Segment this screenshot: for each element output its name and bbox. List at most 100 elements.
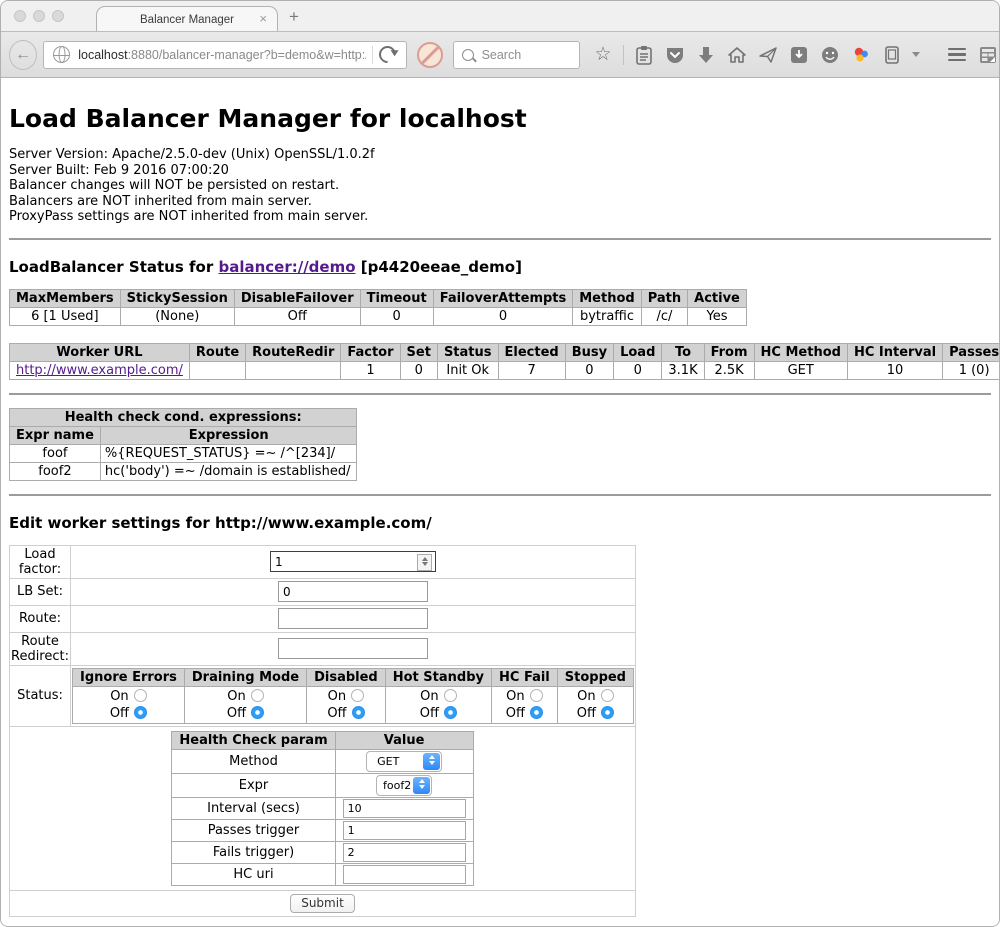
expr-select[interactable]: foof2: [376, 775, 432, 796]
number-stepper-icon[interactable]: [417, 554, 432, 571]
col-path: Path: [641, 289, 687, 307]
sidebar-panel-icon[interactable]: [881, 44, 903, 66]
col-draining-mode: Draining Mode: [184, 668, 306, 686]
select-stepper-icon: [423, 753, 440, 770]
back-button[interactable]: ←: [9, 40, 37, 70]
window-controls: [14, 10, 64, 22]
reload-icon[interactable]: [375, 42, 399, 66]
col-timeout: Timeout: [360, 289, 433, 307]
menu-icon[interactable]: [946, 44, 968, 66]
browser-window: Balancer Manager × + ← localhost:8880/ba…: [0, 0, 1000, 927]
load-factor-input[interactable]: [270, 551, 436, 572]
table-header-row: MaxMembers StickySession DisableFailover…: [10, 289, 747, 307]
status-table: Ignore Errors Draining Mode Disabled Hot…: [72, 668, 634, 724]
interval-input[interactable]: [343, 799, 466, 818]
minimize-window-icon[interactable]: [33, 10, 45, 22]
submit-button[interactable]: Submit: [290, 894, 355, 913]
page-title: Load Balancer Manager for localhost: [9, 104, 991, 133]
draining-mode-off-radio[interactable]: [251, 706, 264, 719]
col-method: Method: [573, 289, 641, 307]
worker-url-link[interactable]: http://www.example.com/: [16, 363, 183, 378]
load-factor-label: Load factor:: [10, 545, 71, 578]
disabled-on-radio[interactable]: [351, 689, 364, 702]
send-icon[interactable]: [757, 44, 779, 66]
select-stepper-icon: [413, 777, 430, 794]
tab-bar: Balancer Manager × +: [1, 1, 999, 31]
table-header-row: Ignore Errors Draining Mode Disabled Hot…: [73, 668, 634, 686]
tab-balancer-manager[interactable]: Balancer Manager ×: [96, 6, 278, 32]
url-text[interactable]: localhost:8880/balancer-manager?b=demo&w…: [78, 48, 365, 62]
navigation-toolbar: ← localhost:8880/balancer-manager?b=demo…: [1, 31, 999, 78]
draining-mode-on-radio[interactable]: [251, 689, 264, 702]
new-tab-button[interactable]: +: [289, 7, 299, 27]
lb-set-input[interactable]: [278, 581, 428, 602]
divider: [9, 238, 991, 240]
passes-input[interactable]: [343, 821, 466, 840]
col-hc-fail: HC Fail: [492, 668, 558, 686]
tab-title: Balancer Manager: [140, 14, 234, 26]
form-row-load-factor: Load factor:: [10, 545, 636, 578]
disabled-off-radio[interactable]: [352, 706, 365, 719]
passes-label: Passes trigger: [172, 819, 335, 841]
col-hot-standby: Hot Standby: [385, 668, 491, 686]
col-expression: Expression: [100, 426, 357, 444]
tab-close-icon[interactable]: ×: [259, 11, 267, 26]
method-select[interactable]: GET: [366, 751, 442, 772]
toolbar-icons: ☆: [592, 44, 999, 66]
hc-row-fails: Fails trigger): [172, 841, 473, 863]
hot-standby-on-radio[interactable]: [444, 689, 457, 702]
col-failoverattempts: FailoverAttempts: [433, 289, 573, 307]
edit-worker-heading: Edit worker settings for http://www.exam…: [9, 514, 991, 532]
col-active: Active: [688, 289, 747, 307]
fails-label: Fails trigger): [172, 841, 335, 863]
grid-extension-icon[interactable]: [977, 44, 999, 66]
method-label: Method: [172, 749, 335, 773]
divider: [929, 45, 937, 65]
loadbalancer-status-heading: LoadBalancer Status for balancer://demo …: [9, 258, 991, 276]
downloads-icon[interactable]: [695, 44, 717, 66]
col-stopped: Stopped: [557, 668, 633, 686]
search-input[interactable]: [480, 47, 574, 63]
hc-fail-off-radio[interactable]: [530, 706, 543, 719]
hot-standby-off-radio[interactable]: [444, 706, 457, 719]
form-row-route-redirect: Route Redirect:: [10, 632, 636, 665]
hc-fail-on-radio[interactable]: [530, 689, 543, 702]
form-row-lb-set: LB Set:: [10, 578, 636, 605]
feedback-smiley-icon[interactable]: [819, 44, 841, 66]
pocket-icon[interactable]: [664, 44, 686, 66]
balancer-demo-link[interactable]: balancer://demo: [218, 258, 355, 276]
clipboard-icon[interactable]: [633, 44, 655, 66]
route-redirect-input[interactable]: [278, 638, 428, 659]
home-icon[interactable]: [726, 44, 748, 66]
bookmark-star-icon[interactable]: ☆: [592, 44, 614, 66]
route-input[interactable]: [278, 608, 428, 629]
status-radio-row: OnOff OnOff OnOff OnOff OnOff OnOff: [73, 686, 634, 723]
table-row: http://www.example.com/ 1 0 Init Ok 7 0 …: [10, 361, 1000, 379]
save-page-icon[interactable]: [788, 44, 810, 66]
stopped-on-radio[interactable]: [601, 689, 614, 702]
close-window-icon[interactable]: [14, 10, 26, 22]
colors-extension-icon[interactable]: [850, 44, 872, 66]
table-header-row: Worker URL Route RouteRedir Factor Set S…: [10, 343, 1000, 361]
hc-row-interval: Interval (secs): [172, 797, 473, 819]
notice-persist: Balancer changes will NOT be persisted o…: [9, 178, 991, 194]
table-title-row: Health check cond. expressions:: [10, 408, 357, 426]
col-disablefailover: DisableFailover: [234, 289, 360, 307]
hc-uri-input[interactable]: [343, 865, 466, 884]
ignore-errors-off-radio[interactable]: [134, 706, 147, 719]
chevron-down-icon[interactable]: [912, 52, 920, 61]
lb-set-label: LB Set:: [10, 578, 71, 605]
worker-status-table: Worker URL Route RouteRedir Factor Set S…: [9, 343, 999, 380]
divider: [623, 45, 624, 65]
route-label: Route:: [10, 605, 71, 632]
stopped-off-radio[interactable]: [601, 706, 614, 719]
interval-label: Interval (secs): [172, 797, 335, 819]
zoom-window-icon[interactable]: [52, 10, 64, 22]
ignore-errors-on-radio[interactable]: [134, 689, 147, 702]
content-blocked-icon[interactable]: [417, 42, 443, 68]
col-stickysession: StickySession: [120, 289, 234, 307]
form-row-health-check: Health Check param Value Method GET Expr: [10, 726, 636, 890]
fails-input[interactable]: [343, 843, 466, 862]
url-bar[interactable]: localhost:8880/balancer-manager?b=demo&w…: [43, 41, 406, 69]
search-bar[interactable]: [453, 41, 580, 69]
